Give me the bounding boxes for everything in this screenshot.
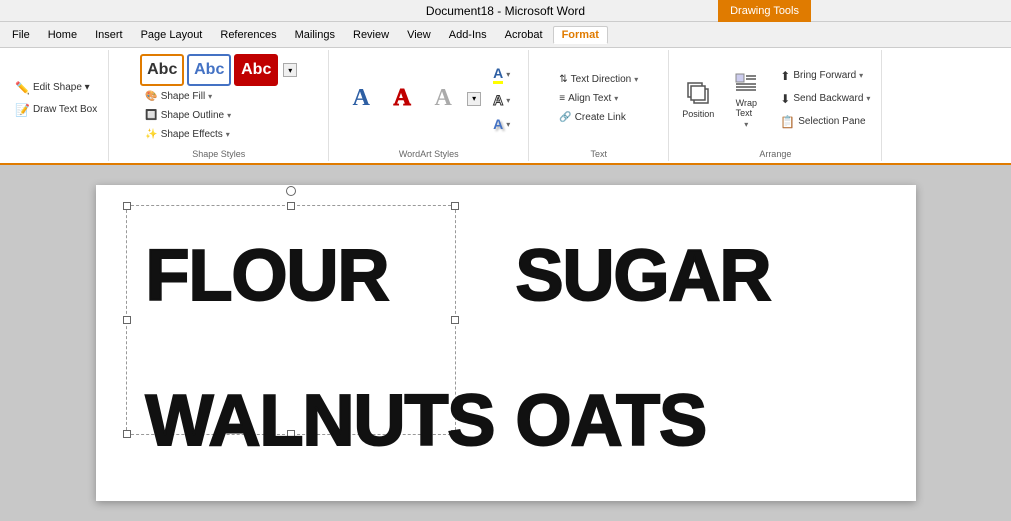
shape-style-row: Abc Abc Abc ▾ [140, 54, 297, 86]
title-text: Document18 - Microsoft Word [426, 4, 585, 18]
shape-fill-button[interactable]: 🎨 Shape Fill ▾ [140, 88, 217, 105]
create-link-button[interactable]: 🔗 Create Link [554, 109, 643, 126]
menu-bar: File Home Insert Page Layout References … [0, 22, 1011, 48]
shape-effects-label: Shape Effects [161, 129, 223, 140]
shape-outline-button[interactable]: 🔲 Shape Outline ▾ [140, 107, 236, 124]
shape-fill-icon: 🎨 [145, 91, 157, 102]
selection-pane-icon: 📋 [780, 115, 795, 129]
menu-references[interactable]: References [212, 27, 284, 43]
menu-format[interactable]: Format [553, 26, 608, 44]
handle-mid-left[interactable] [123, 316, 131, 324]
ribbon-group-arrange: Position WrapText [669, 50, 882, 161]
ribbon-group-shape-styles: Abc Abc Abc ▾ 🎨 Shape Fill ▾ 🔲 [109, 50, 329, 161]
wordart-style-2[interactable]: A [383, 83, 421, 115]
wordart-styles-group-label: WordArt Styles [329, 149, 528, 159]
shape-outline-label: Shape Outline [161, 110, 224, 121]
wordart-expand[interactable]: ▾ [467, 92, 481, 106]
drawing-tools-tab: Drawing Tools [718, 0, 811, 22]
menu-file[interactable]: File [4, 27, 38, 43]
selection-pane-label: Selection Pane [798, 116, 865, 127]
shape-style-expand[interactable]: ▾ [283, 63, 297, 77]
wrap-text-label: WrapText [736, 98, 757, 118]
position-icon [684, 79, 712, 107]
handle-top-left[interactable] [123, 202, 131, 210]
bring-forward-button[interactable]: ⬆ Bring Forward ▾ [775, 66, 875, 86]
draw-text-box-button[interactable]: 📝 Draw Text Box [10, 100, 102, 120]
shape-outline-icon: 🔲 [145, 110, 157, 121]
shape-effects-button[interactable]: ✨ Shape Effects ▾ [140, 126, 235, 143]
ribbon: ✏️ Edit Shape ▾ 📝 Draw Text Box Abc Abc … [0, 48, 1011, 165]
flour-label: FLOUR [146, 235, 389, 317]
shape-effects-row: ✨ Shape Effects ▾ [140, 126, 297, 143]
wordart-style-1[interactable]: A [342, 83, 380, 115]
edit-shape-button[interactable]: ✏️ Edit Shape ▾ [10, 78, 102, 98]
edit-shape-label: Edit Shape ▾ [33, 82, 90, 93]
selection-pane-button[interactable]: 📋 Selection Pane [775, 112, 875, 132]
menu-mailings[interactable]: Mailings [287, 27, 343, 43]
text-direction-label: Text Direction [571, 74, 632, 85]
handle-mid-right[interactable] [451, 316, 459, 324]
shape-styles-group-label: Shape Styles [109, 149, 328, 159]
menu-review[interactable]: Review [345, 27, 397, 43]
edit-shape-icon: ✏️ [15, 81, 30, 95]
document-area: FLOUR SUGAR WALNUTS OATS [0, 165, 1011, 521]
page: FLOUR SUGAR WALNUTS OATS [96, 185, 916, 501]
walnuts-label: WALNUTS [146, 380, 495, 462]
handle-top-center[interactable] [287, 202, 295, 210]
ribbon-group-insert: ✏️ Edit Shape ▾ 📝 Draw Text Box [4, 50, 109, 161]
text-effects-icon: A [493, 116, 503, 132]
send-backward-icon: ⬇ [780, 92, 790, 106]
send-backward-label: Send Backward [793, 93, 863, 104]
text-fill-icon: A [493, 65, 503, 84]
menu-addins[interactable]: Add-Ins [441, 27, 495, 43]
wrap-text-button[interactable]: WrapText ▾ [724, 63, 768, 134]
text-outline-icon: A [493, 92, 503, 108]
rotate-handle[interactable] [286, 186, 296, 196]
wrap-text-icon [732, 68, 760, 96]
bring-forward-label: Bring Forward [793, 70, 856, 81]
ribbon-group-wordart: A A A ▾ A ▾ A ▾ [329, 50, 529, 161]
shape-fill-label: Shape Fill [161, 91, 205, 102]
position-label: Position [682, 109, 714, 119]
draw-text-box-icon: 📝 [15, 103, 30, 117]
oats-label: OATS [516, 380, 707, 462]
position-button[interactable]: Position [675, 74, 721, 124]
draw-text-box-label: Draw Text Box [33, 104, 97, 115]
shape-outline-row: 🔲 Shape Outline ▾ [140, 107, 297, 124]
text-group-label: Text [529, 149, 668, 159]
wordart-row: A A A ▾ A ▾ A ▾ [342, 62, 515, 135]
text-fill-button[interactable]: A ▾ [488, 62, 515, 87]
create-link-icon: 🔗 [559, 112, 571, 123]
shape-style-2[interactable]: Abc [187, 54, 231, 86]
ribbon-group-text: ⇅ Text Direction ▾ ≡ Align Text ▾ 🔗 Crea… [529, 50, 669, 161]
align-text-label: Align Text [568, 93, 611, 104]
wordart-style-3[interactable]: A [424, 83, 462, 115]
title-bar: Document18 - Microsoft Word Drawing Tool… [0, 0, 1011, 22]
menu-home[interactable]: Home [40, 27, 85, 43]
arrange-group-label: Arrange [669, 149, 881, 159]
shape-fill-row: 🎨 Shape Fill ▾ [140, 88, 297, 105]
shape-style-3[interactable]: Abc [234, 54, 278, 86]
bring-forward-icon: ⬆ [780, 69, 790, 83]
handle-top-right[interactable] [451, 202, 459, 210]
sugar-label: SUGAR [516, 235, 771, 317]
menu-page-layout[interactable]: Page Layout [133, 27, 211, 43]
align-text-icon: ≡ [559, 93, 565, 104]
text-direction-button[interactable]: ⇅ Text Direction ▾ [554, 71, 643, 88]
text-effects-button[interactable]: A ▾ [488, 113, 515, 135]
shape-effects-icon: ✨ [145, 129, 157, 140]
menu-view[interactable]: View [399, 27, 439, 43]
shape-style-1[interactable]: Abc [140, 54, 184, 86]
text-outline-button[interactable]: A ▾ [488, 89, 515, 111]
menu-insert[interactable]: Insert [87, 27, 131, 43]
create-link-label: Create Link [575, 112, 626, 123]
handle-bottom-left[interactable] [123, 430, 131, 438]
align-text-button[interactable]: ≡ Align Text ▾ [554, 90, 643, 107]
text-direction-icon: ⇅ [559, 74, 567, 85]
send-backward-button[interactable]: ⬇ Send Backward ▾ [775, 89, 875, 109]
arrange-top-row: Position WrapText [675, 63, 875, 134]
menu-acrobat[interactable]: Acrobat [497, 27, 551, 43]
